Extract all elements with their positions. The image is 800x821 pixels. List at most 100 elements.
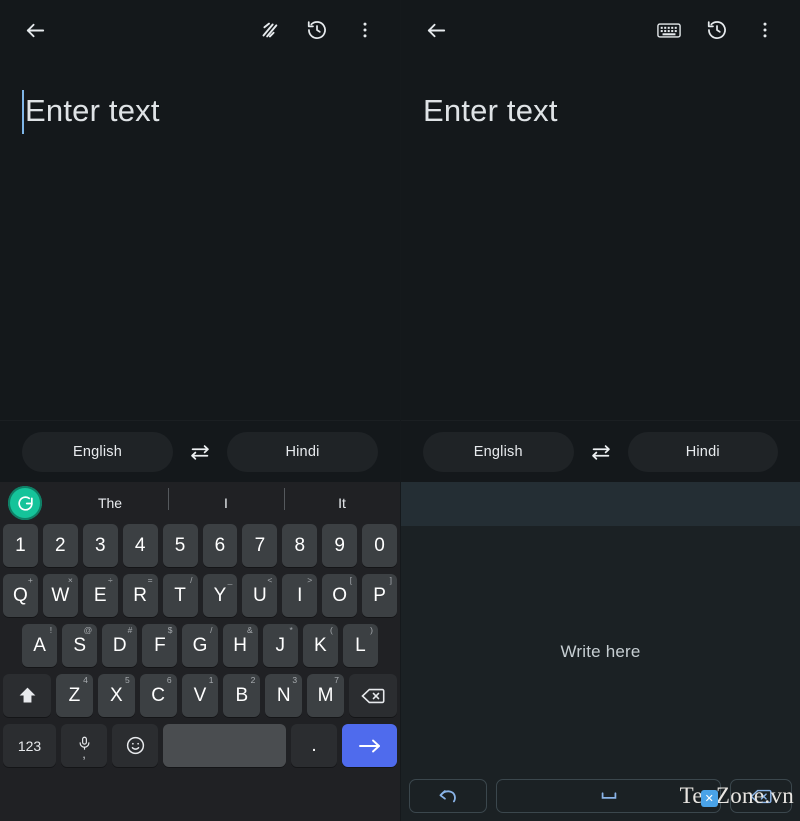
key-3[interactable]: 3 [82, 524, 118, 567]
key-t-sup: / [190, 575, 193, 585]
key-1[interactable]: 1 [2, 524, 38, 567]
key-i[interactable]: > I [282, 574, 318, 617]
key-y-sup: _ [227, 575, 233, 585]
key-r[interactable]: = R [122, 574, 158, 617]
key-f[interactable]: $ F [142, 624, 178, 667]
key-z[interactable]: 4Z [56, 674, 93, 717]
right-appbar [401, 0, 800, 60]
key-o-sup: [ [349, 575, 353, 585]
key-v-sup: 1 [208, 675, 214, 685]
source-language-chip[interactable]: English [423, 431, 574, 472]
more-icon[interactable] [748, 13, 782, 47]
target-language-chip[interactable]: Hindi [227, 431, 378, 472]
grammarly-logo-icon[interactable] [8, 486, 42, 520]
key-q-sup: + [27, 575, 33, 585]
key-6[interactable]: 6 [202, 524, 238, 567]
key-g[interactable]: / G [182, 624, 218, 667]
suggestion-1[interactable]: I [168, 488, 284, 511]
key-2[interactable]: 2 [42, 524, 78, 567]
key-0[interactable]: 0 [362, 524, 398, 567]
key-9[interactable]: 9 [322, 524, 358, 567]
suggestion-2[interactable]: It [284, 488, 400, 511]
key-u[interactable]: < U [242, 574, 278, 617]
enter-key[interactable] [342, 724, 397, 767]
swap-languages-icon[interactable] [183, 435, 217, 469]
key-c[interactable]: 6C [139, 674, 177, 717]
back-arrow-icon[interactable] [419, 13, 453, 47]
handwriting-canvas[interactable]: Write here [401, 526, 800, 777]
key-a[interactable]: ! A [22, 624, 58, 667]
key-j[interactable]: * J [262, 624, 298, 667]
key-n[interactable]: 3N [265, 674, 303, 717]
space-key[interactable] [163, 724, 286, 767]
key-o[interactable]: [O [322, 574, 358, 617]
left-appbar [0, 0, 400, 60]
key-s-label: S [73, 634, 86, 656]
key-x-label: X [109, 684, 123, 706]
key-7[interactable]: 7 [242, 524, 278, 567]
history-icon[interactable] [700, 13, 734, 47]
key-b[interactable]: 2B [223, 674, 261, 717]
key-d[interactable]: # D [102, 624, 138, 667]
left-text-entry-area[interactable]: Enter text [0, 60, 400, 420]
key-8[interactable]: 8 [282, 524, 318, 567]
key-t[interactable]: / T [162, 574, 198, 617]
key-w[interactable]: × W [42, 574, 78, 617]
handwriting-hint: Write here [560, 641, 641, 661]
key-4[interactable]: 4 [122, 524, 158, 567]
key-l[interactable]: ) L [342, 624, 378, 667]
space-button[interactable] [496, 779, 721, 813]
suggestion-0[interactable]: The [52, 495, 168, 511]
entry-row: Enter text [22, 86, 378, 136]
right-text-entry-area[interactable]: Enter text [401, 60, 800, 420]
key-a-label: A [33, 634, 46, 656]
right-pane: Enter text English Hindi Write here Te ✕… [400, 0, 800, 821]
key-q[interactable]: + Q [2, 574, 38, 617]
key-k-label: K [313, 634, 327, 656]
history-icon[interactable] [300, 13, 334, 47]
key-y[interactable]: _ Y [202, 574, 238, 617]
period-key[interactable]: . [291, 724, 337, 767]
backspace-button[interactable] [730, 779, 792, 813]
key-i-sup: > [307, 575, 313, 585]
key-x-sup: 5 [124, 675, 130, 685]
key-h[interactable]: & H [222, 624, 258, 667]
key-m[interactable]: 7M [307, 674, 345, 717]
shift-key[interactable] [3, 674, 51, 717]
key-k-sup: ( [330, 625, 333, 635]
mic-key[interactable]: , [61, 724, 107, 767]
keyboard-row-function: 123 , . [0, 724, 400, 767]
source-text-placeholder[interactable]: Enter text [25, 86, 160, 136]
keyboard-row-bottom-letters: 4Z 5X 6C 1V 2B 3N 7M [0, 674, 400, 717]
key-e[interactable]: ÷ E [82, 574, 118, 617]
keyboard-icon[interactable] [652, 13, 686, 47]
key-5[interactable]: 5 [162, 524, 198, 567]
more-icon[interactable] [348, 13, 382, 47]
source-text-placeholder[interactable]: Enter text [423, 86, 558, 136]
undo-button[interactable] [409, 779, 487, 813]
emoji-key[interactable] [112, 724, 158, 767]
left-pane: Enter text English Hindi The I It 1 2 3 … [0, 0, 400, 821]
key-v[interactable]: 1V [181, 674, 219, 717]
source-language-chip[interactable]: English [22, 431, 173, 472]
key-x[interactable]: 5X [97, 674, 135, 717]
swap-languages-icon[interactable] [584, 435, 618, 469]
target-language-chip[interactable]: Hindi [627, 431, 778, 472]
key-c-sup: 6 [166, 675, 172, 685]
key-h-sup: & [246, 625, 253, 635]
key-b-sup: 2 [250, 675, 256, 685]
handwriting-icon[interactable] [252, 13, 286, 47]
key-h-label: H [233, 634, 247, 656]
key-e-sup: ÷ [108, 575, 113, 585]
key-u-sup: < [267, 575, 273, 585]
key-k[interactable]: (K [302, 624, 338, 667]
left-language-bar: English Hindi [0, 420, 400, 482]
key-w-label: W [51, 584, 70, 606]
symbols-key[interactable]: 123 [3, 724, 56, 767]
key-s-sup: @ [83, 625, 93, 635]
backspace-key[interactable] [349, 674, 398, 717]
handwriting-toolbar [401, 777, 800, 821]
key-s[interactable]: @ S [62, 624, 98, 667]
key-p[interactable]: ] P [362, 574, 398, 617]
back-arrow-icon[interactable] [18, 13, 52, 47]
